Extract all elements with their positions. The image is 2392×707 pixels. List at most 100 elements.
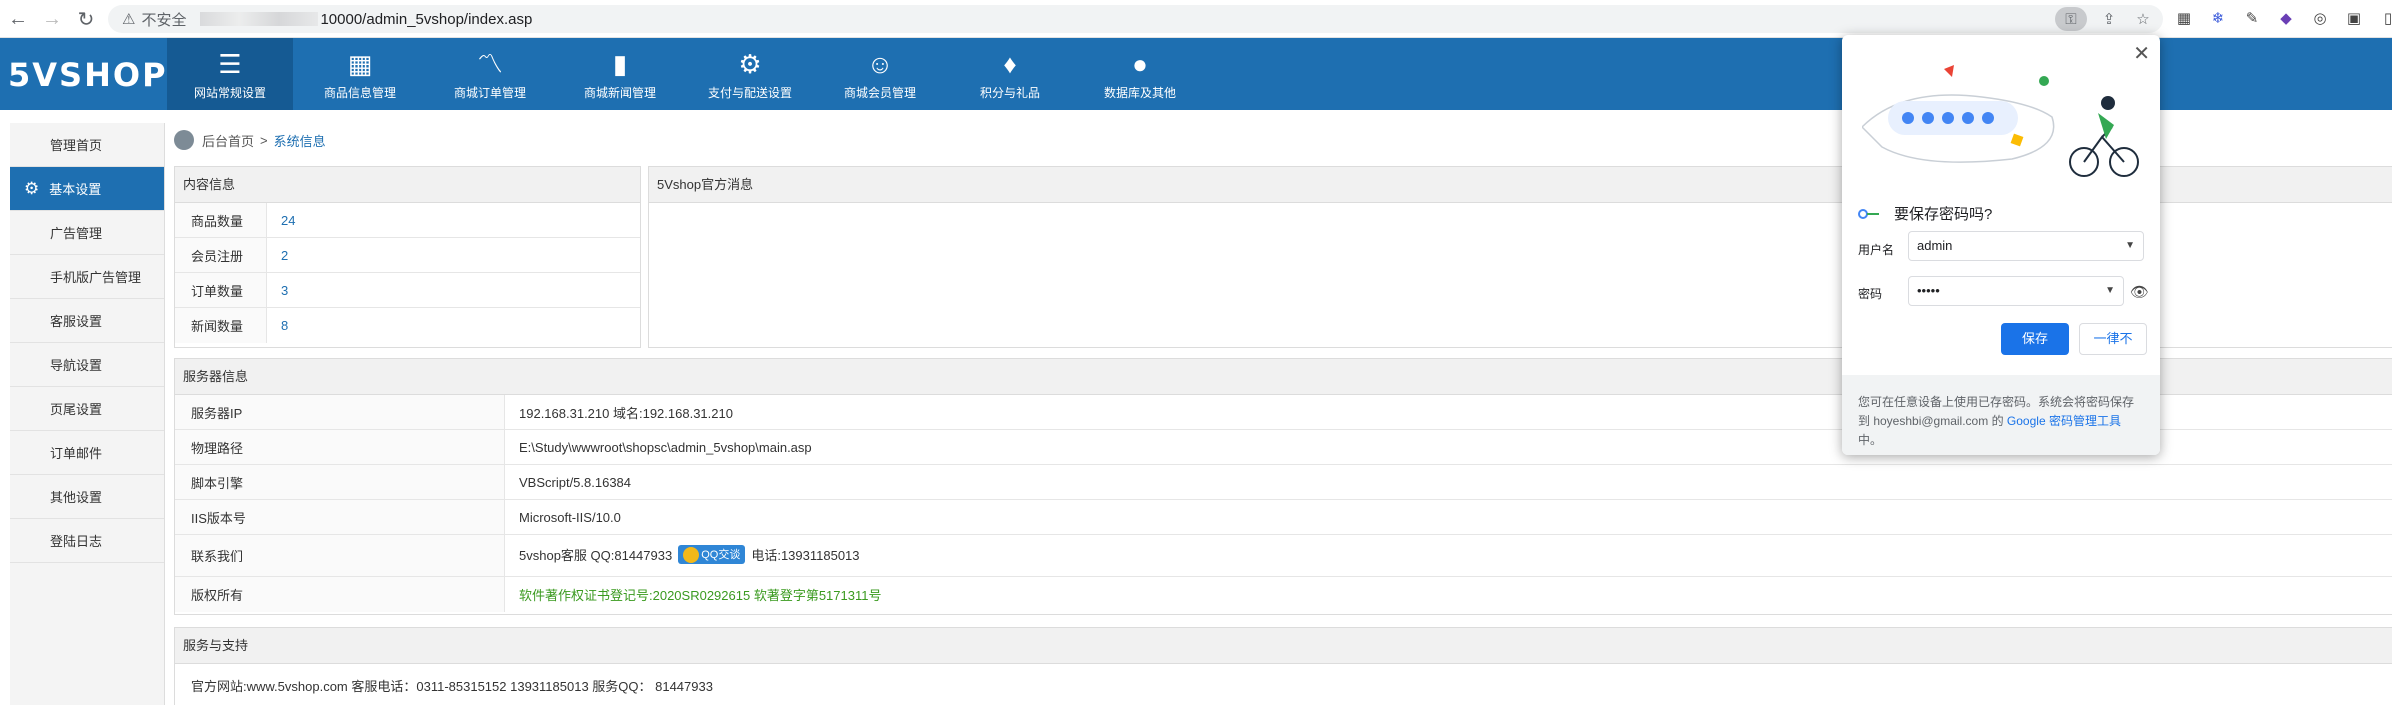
sidebar-item-label: 管理首页 (50, 138, 103, 153)
nav-members[interactable]: ☺ 商城会员管理 (817, 38, 943, 110)
never-button[interactable]: 一律不 (2079, 323, 2147, 355)
table-row: 会员注册 2 (175, 238, 640, 273)
contact-value: 5vshop客服 QQ:81447933 QQ交谈 电话:13931185013 (505, 544, 860, 566)
nav-label: 数据库及其他 (1103, 85, 1176, 100)
logo: 5VSHOP (8, 56, 168, 94)
eyedropper-extension-icon[interactable]: ✎ (2240, 6, 2264, 30)
penguin-icon (683, 547, 700, 564)
table-row: 订单数量 3 (175, 273, 640, 308)
sidebar-item-customer-service[interactable]: 客服设置 (10, 299, 164, 343)
table-row: 版权所有 软件著作权证书登记号:2020SR0292615 软著登字第517131… (175, 577, 2392, 612)
cube-extension-icon[interactable]: ▣ (2342, 6, 2366, 30)
nav-goods[interactable]: ▦ 商品信息管理 (297, 38, 423, 110)
sidebar-item-ads[interactable]: 广告管理 (10, 211, 164, 255)
footer-suffix: 中。 (1858, 433, 1883, 447)
sidebar-item-order-email[interactable]: 订单邮件 (10, 431, 164, 475)
panel-title: 服务与支持 (175, 628, 2392, 664)
support-panel: 服务与支持 官方网站:www.5vshop.com 客服电话：0311-8531… (174, 627, 2392, 705)
star-icon[interactable]: ☆ (2131, 7, 2155, 31)
qq-chat-label: QQ交谈 (701, 548, 741, 561)
username-field[interactable]: admin ▼ (1908, 231, 2144, 261)
password-field[interactable]: ••••• ▼ (1908, 276, 2124, 306)
row-label: 服务器IP (175, 395, 505, 429)
breadcrumb-current[interactable]: 系统信息 (274, 131, 326, 150)
list-icon: ☰ (218, 48, 242, 79)
split-view-icon[interactable]: ▯ (2376, 6, 2392, 30)
nav-points[interactable]: ♦ 积分与礼品 (947, 38, 1073, 110)
purple-extension-icon[interactable]: ◆ (2274, 6, 2298, 30)
game-extension-icon[interactable]: ◎ (2308, 6, 2332, 30)
table-row: 联系我们 5vshop客服 QQ:81447933 QQ交谈 电话:13931185… (175, 535, 2392, 577)
forward-icon[interactable]: → (36, 3, 68, 35)
share-icon[interactable]: ⇪ (2097, 7, 2121, 31)
dialog-title-text: 要保存密码吗? (1894, 206, 1993, 223)
support-text: 官方网站:www.5vshop.com 客服电话：0311-85315152 1… (191, 679, 713, 694)
sidebar-item-other[interactable]: 其他设置 (10, 475, 164, 519)
nav-news[interactable]: ▮ 商城新闻管理 (557, 38, 683, 110)
shirt-icon: ♦ (1003, 48, 1017, 79)
reload-icon[interactable]: ↻ (70, 3, 102, 35)
table-row: 新闻数量 8 (175, 308, 640, 343)
content-info-panel: 内容信息 商品数量 24 会员注册 2 订单数量 3 新闻数量 8 (174, 166, 641, 348)
sidebar-item-label: 广告管理 (50, 226, 103, 241)
row-label: 会员注册 (175, 238, 267, 272)
nav-database[interactable]: ● 数据库及其他 (1077, 38, 1203, 110)
row-label: 新闻数量 (175, 308, 267, 343)
sidebar-item-home[interactable]: 管理首页 (10, 123, 164, 167)
breadcrumb-separator: > (260, 132, 268, 148)
sidebar-item-navigation[interactable]: 导航设置 (10, 343, 164, 387)
address-bar[interactable]: ⚠ 不安全 10000/admin_5vshop/index.asp ⚿ ⇪ ☆ (108, 5, 2163, 33)
row-value: 192.168.31.210 域名:192.168.31.210 (519, 405, 733, 421)
table-row: 商品数量 24 (175, 203, 640, 238)
back-icon[interactable]: ← (2, 3, 34, 35)
sidebar-item-mobile-ads[interactable]: 手机版广告管理 (10, 255, 164, 299)
gear-icon: ⚙ (24, 178, 40, 198)
sidebar-item-label: 基本设置 (49, 182, 102, 197)
row-value: VBScript/5.8.16384 (519, 474, 632, 490)
row-label: IIS版本号 (175, 500, 505, 534)
sidebar-item-label: 其他设置 (50, 490, 103, 505)
snowflake-extension-icon[interactable]: ❄ (2206, 6, 2230, 30)
sidebar-item-login-log[interactable]: 登陆日志 (10, 519, 164, 563)
nav-label: 商城会员管理 (843, 85, 916, 100)
sidebar-item-footer[interactable]: 页尾设置 (10, 387, 164, 431)
browser-toolbar: ← → ↻ ⚠ 不安全 10000/admin_5vshop/index.asp… (0, 0, 2392, 38)
contact-qq: 5vshop客服 QQ:81447933 (519, 547, 673, 563)
sidebar-item-label: 登陆日志 (50, 534, 103, 549)
goods-count[interactable]: 24 (267, 213, 295, 228)
breadcrumb: 后台首页 > 系统信息 (174, 127, 326, 153)
breadcrumb-home[interactable]: 后台首页 (202, 131, 254, 150)
copyright-value: 软件著作权证书登记号:2020SR0292615 软著登字第5171311号 (519, 588, 882, 603)
password-manager-link[interactable]: Google 密码管理工具 (2007, 414, 2121, 428)
nav-label: 商城订单管理 (453, 85, 526, 100)
row-label: 版权所有 (175, 577, 505, 612)
nav-site-settings[interactable]: ☰ 网站常规设置 (167, 38, 293, 110)
member-count[interactable]: 2 (267, 248, 288, 263)
news-count[interactable]: 8 (267, 318, 288, 333)
sidebar-item-basic-settings[interactable]: ⚙ 基本设置 (10, 167, 164, 211)
nav-label: 积分与礼品 (979, 85, 1040, 100)
qq-chat-button[interactable]: QQ交谈 (678, 544, 746, 565)
qr-extension-icon[interactable]: ▦ (2172, 6, 2196, 30)
order-count[interactable]: 3 (267, 283, 288, 298)
nav-label: 商城新闻管理 (583, 85, 656, 100)
key-icon[interactable]: ⚿ (2055, 7, 2087, 31)
key-icon (1858, 208, 1879, 219)
username-value: admin (1917, 238, 1953, 253)
sidebar-item-label: 页尾设置 (50, 402, 103, 417)
save-password-dialog: ✕ 要保存密码吗? 用户名 admin ▼ 密码 ••••• ▼ 👁 保存 一律… (1842, 35, 2160, 455)
contact-phone: 电话:13931185013 (751, 547, 860, 563)
chevron-down-icon[interactable]: ▼ (2105, 277, 2115, 305)
user-icon: ☺ (866, 48, 894, 79)
url-text: 10000/admin_5vshop/index.asp (320, 10, 533, 28)
panel-title: 内容信息 (175, 167, 640, 203)
chevron-down-icon[interactable]: ▼ (2125, 232, 2135, 260)
nav-label: 支付与配送设置 (707, 85, 792, 100)
eye-icon[interactable]: 👁 (2130, 283, 2149, 301)
nav-orders[interactable]: 〽 商城订单管理 (427, 38, 553, 110)
save-button[interactable]: 保存 (2001, 323, 2069, 355)
dialog-footer: 您可在任意设备上使用已存密码。系统会将密码保存到 hoyeshbi@gmail.… (1842, 375, 2160, 455)
gear-icon: ⚙ (738, 48, 762, 79)
nav-payment[interactable]: ⚙ 支付与配送设置 (687, 38, 813, 110)
sidebar-item-label: 导航设置 (50, 358, 103, 373)
